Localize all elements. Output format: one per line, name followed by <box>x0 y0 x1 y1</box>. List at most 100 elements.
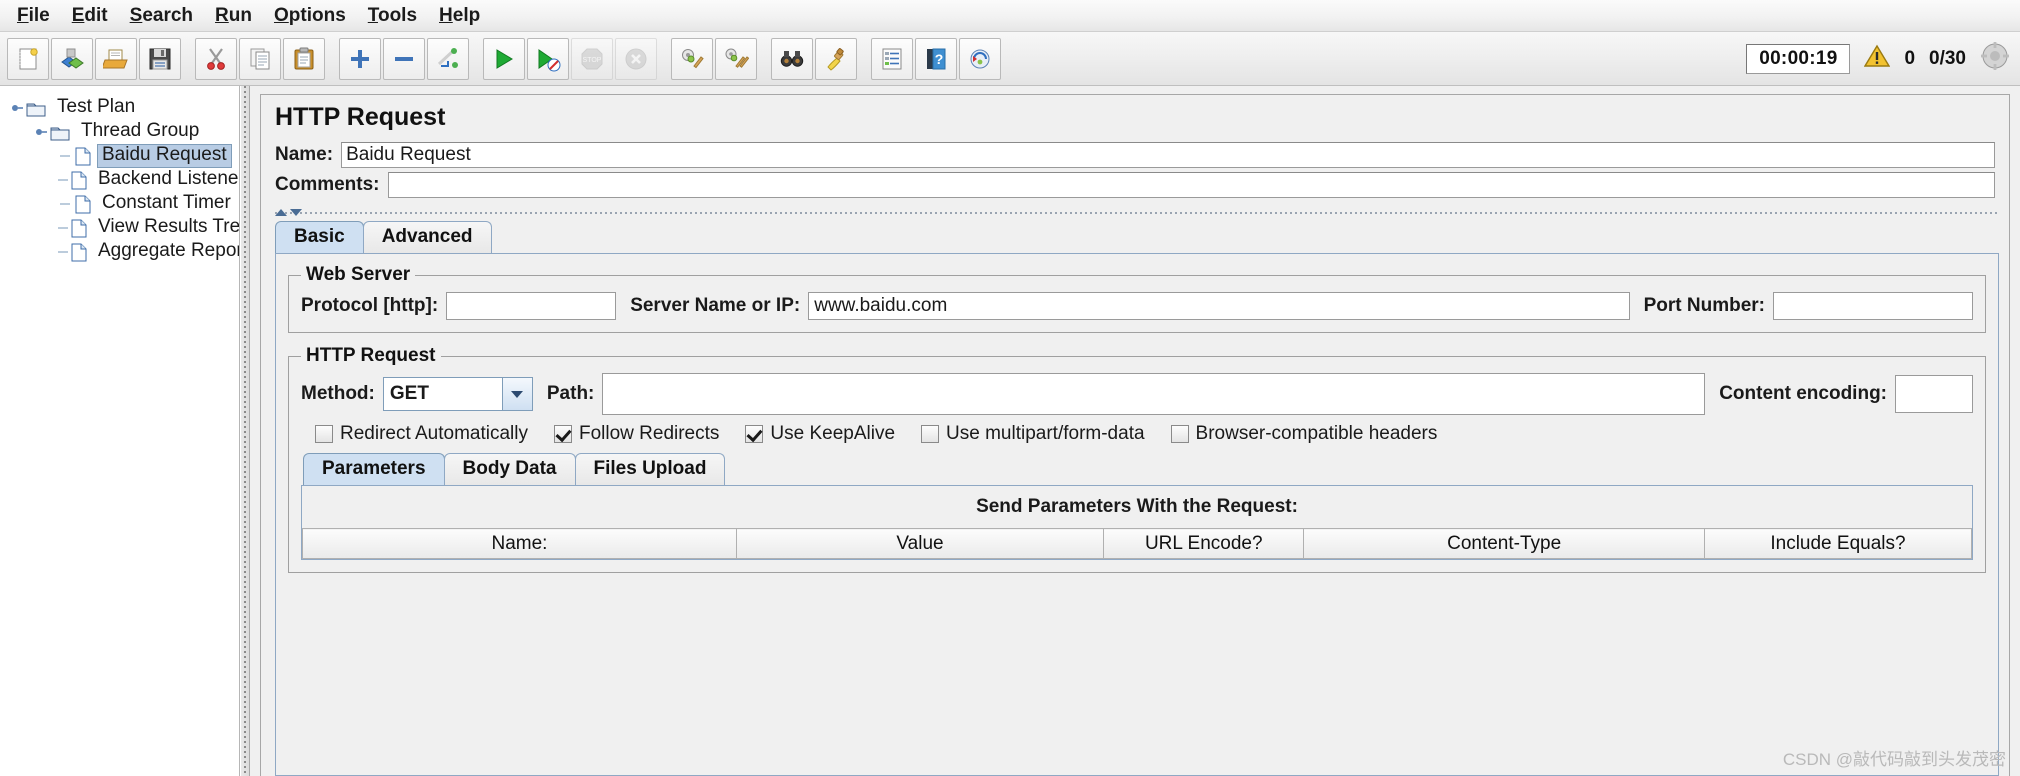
expand-down-icon[interactable] <box>290 209 302 216</box>
clear-all-icon[interactable] <box>715 37 757 80</box>
parameters-caption: Send Parameters With the Request: <box>976 496 1298 517</box>
chevron-down-icon[interactable] <box>501 378 532 410</box>
http-request-legend: HTTP Request <box>306 345 436 366</box>
tree-node-thread-group[interactable]: Thread Group <box>6 120 239 144</box>
tab-files-upload[interactable]: Files Upload <box>574 453 726 485</box>
splitter-grip <box>244 86 246 776</box>
parameters-tab-content: Send Parameters With the Request: Name: … <box>301 485 1973 560</box>
basic-tab-content: Web Server Protocol [http]: Server Name … <box>275 253 1999 776</box>
reset-search-icon[interactable] <box>815 37 857 80</box>
undo-redo-icon[interactable] <box>959 37 1001 80</box>
checkbox-use-keepalive[interactable]: Use KeepAlive <box>745 423 895 445</box>
method-value: GET <box>389 383 429 404</box>
new-icon[interactable] <box>7 37 49 80</box>
path-input[interactable] <box>602 373 1706 415</box>
checkbox-box[interactable] <box>315 425 333 443</box>
warning-triangle-icon[interactable] <box>1864 44 1891 74</box>
checkbox-label: Redirect Automatically <box>340 423 528 444</box>
test-plan-tree[interactable]: Test Plan Thread Group Baidu Request Bac… <box>0 86 240 776</box>
content-encoding-input[interactable] <box>1895 375 1973 413</box>
server-name-input[interactable]: www.baidu.com <box>808 292 1630 320</box>
active-thread-count: 0/30 <box>1929 47 1966 69</box>
tab-basic[interactable]: Basic <box>275 221 364 253</box>
checkbox-use-multipart-form-data[interactable]: Use multipart/form-data <box>921 423 1145 445</box>
table-header-row: Name: Value URL Encode? Content-Type Inc… <box>302 528 1973 559</box>
menu-edit[interactable]: Edit <box>61 2 119 29</box>
checkbox-box[interactable] <box>745 425 764 443</box>
shutdown-icon[interactable] <box>615 37 657 80</box>
save-icon[interactable] <box>139 37 181 80</box>
copy-icon[interactable] <box>239 37 281 80</box>
comments-label: Comments: <box>275 174 380 195</box>
tree-connector-icon <box>56 245 70 259</box>
column-header-name[interactable]: Name: <box>302 528 737 559</box>
menu-bar: File Edit Search Run Options Tools Help <box>0 0 2020 32</box>
paste-icon[interactable] <box>283 37 325 80</box>
folder-icon <box>26 100 46 117</box>
tab-body-data[interactable]: Body Data <box>443 453 576 485</box>
column-header-include-equals[interactable]: Include Equals? <box>1703 528 1973 559</box>
checkbox-box[interactable] <box>921 425 940 443</box>
server-name-label: Server Name or IP: <box>630 295 801 316</box>
help-icon[interactable]: ? <box>915 37 957 80</box>
start-no-pauses-icon[interactable] <box>527 37 569 80</box>
menu-options[interactable]: Options <box>263 2 357 29</box>
method-select[interactable]: GET <box>382 377 533 411</box>
tree-connector-icon <box>56 173 70 187</box>
tree-node-test-plan[interactable]: Test Plan <box>6 96 239 120</box>
expand-all-icon[interactable] <box>339 37 381 80</box>
tree-node-constant-timer[interactable]: Constant Timer <box>6 192 239 216</box>
tree-node-view-results-tree[interactable]: View Results Tree <box>6 216 239 240</box>
column-header-url-encode[interactable]: URL Encode? <box>1103 528 1305 559</box>
tab-parameters[interactable]: Parameters <box>303 453 445 485</box>
comments-row: Comments: <box>261 172 2009 198</box>
checkbox-browser-compatible-headers[interactable]: Browser-compatible headers <box>1170 423 1437 445</box>
expander-icon[interactable] <box>32 125 50 139</box>
open-icon[interactable] <box>95 37 137 80</box>
name-input[interactable]: Baidu Request <box>341 142 1995 168</box>
menu-file[interactable]: File <box>6 2 61 29</box>
page-title: HTTP Request <box>275 103 446 131</box>
comments-input[interactable] <box>387 172 1995 198</box>
content-encoding-label: Content encoding: <box>1719 383 1887 404</box>
thread-indicator-icon <box>1980 41 2010 77</box>
protocol-input[interactable] <box>446 292 617 320</box>
tree-label: Backend Listener <box>98 168 240 190</box>
checkbox-box[interactable] <box>1170 425 1189 443</box>
port-number-input[interactable] <box>1773 292 1973 320</box>
checkbox-redirect-automatically[interactable]: Redirect Automatically <box>315 423 528 445</box>
tree-node-baidu-request[interactable]: Baidu Request <box>6 144 239 168</box>
menu-run[interactable]: Run <box>204 2 263 29</box>
column-header-value[interactable]: Value <box>735 528 1105 559</box>
toggle-icon[interactable] <box>427 37 469 80</box>
checkbox-box[interactable] <box>553 425 572 443</box>
function-helper-icon[interactable] <box>871 37 913 80</box>
menu-help[interactable]: Help <box>428 2 491 29</box>
split-pane-divider[interactable] <box>240 86 250 776</box>
menu-search[interactable]: Search <box>119 2 204 29</box>
expander-icon[interactable] <box>8 101 26 115</box>
cut-icon[interactable] <box>195 37 237 80</box>
collapse-all-icon[interactable] <box>383 37 425 80</box>
document-icon <box>74 195 91 214</box>
checkbox-follow-redirects[interactable]: Follow Redirects <box>553 423 719 445</box>
parameters-tabs: Parameters Body Data Files Upload <box>303 453 1973 485</box>
one-touch-divider[interactable] <box>275 206 1999 219</box>
start-icon[interactable] <box>483 37 525 80</box>
collapse-up-icon[interactable] <box>275 209 287 216</box>
tree-connector-icon <box>56 149 74 163</box>
column-header-content-type[interactable]: Content-Type <box>1303 528 1705 559</box>
method-label: Method: <box>301 383 375 404</box>
templates-icon[interactable] <box>51 37 93 80</box>
tab-advanced[interactable]: Advanced <box>362 221 492 253</box>
search-icon[interactable] <box>771 37 813 80</box>
document-icon <box>74 147 91 166</box>
tree-node-backend-listener[interactable]: Backend Listener <box>6 168 239 192</box>
elapsed-timer: 00:00:19 <box>1746 43 1851 74</box>
stop-icon[interactable]: STOP <box>571 37 613 80</box>
clear-icon[interactable] <box>671 37 713 80</box>
name-row: Name: Baidu Request <box>261 142 2009 168</box>
web-server-legend: Web Server <box>306 264 411 285</box>
menu-tools[interactable]: Tools <box>357 2 428 29</box>
tree-node-aggregate-report[interactable]: Aggregate Report <box>6 240 239 264</box>
